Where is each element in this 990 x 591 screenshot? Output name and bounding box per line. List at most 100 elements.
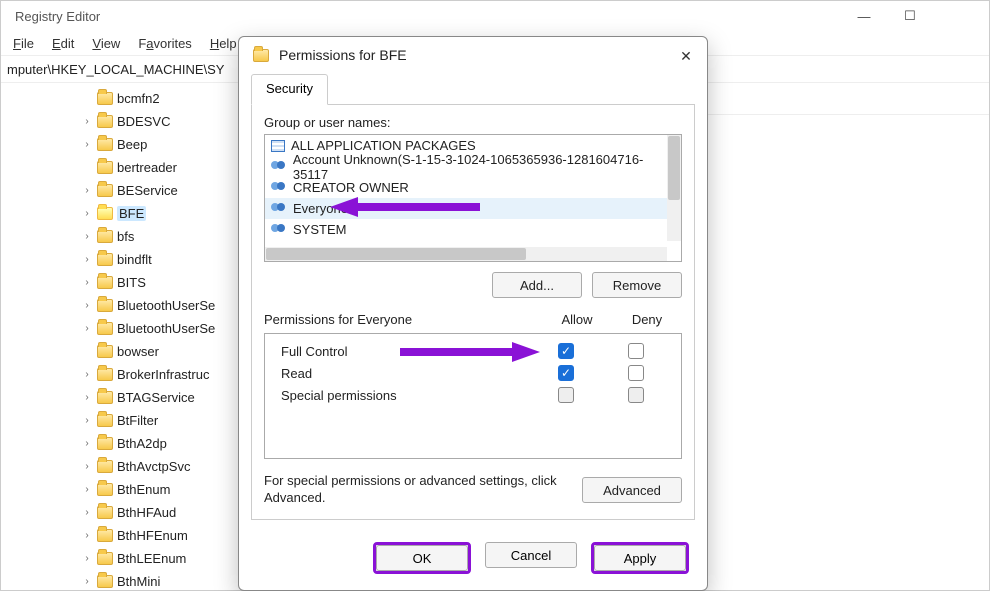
chevron-right-icon[interactable] [81, 346, 93, 358]
folder-icon [97, 161, 113, 174]
folder-icon [97, 138, 113, 151]
chevron-right-icon[interactable]: › [81, 484, 93, 496]
tree-item-btagservice[interactable]: ›BTAGService [3, 386, 240, 409]
tree-item-bowser[interactable]: bowser [3, 340, 240, 363]
tree-item-bthhfaud[interactable]: › BthHFAud [3, 501, 240, 524]
tree-item-bits[interactable]: ›BITS [3, 271, 240, 294]
apply-button[interactable]: Apply [594, 545, 686, 571]
tree-item-bthavctpsvc[interactable]: ›BthAvctpSvc [3, 455, 240, 478]
chevron-right-icon[interactable]: › [81, 438, 93, 450]
chevron-right-icon[interactable]: › [81, 300, 93, 312]
ok-button[interactable]: OK [376, 545, 468, 571]
listbox-vscroll[interactable] [667, 135, 681, 241]
perm-row-full-control: Full Control [275, 340, 671, 362]
chevron-right-icon[interactable]: › [81, 116, 93, 128]
advanced-button[interactable]: Advanced [582, 477, 682, 503]
folder-icon [97, 483, 113, 496]
chevron-right-icon[interactable]: › [81, 392, 93, 404]
chevron-right-icon[interactable]: › [81, 553, 93, 565]
tree-item-brokerinfrastruc[interactable]: ›BrokerInfrastruc [3, 363, 240, 386]
chevron-right-icon[interactable]: › [81, 530, 93, 542]
chevron-right-icon[interactable]: › [81, 576, 93, 588]
deny-checkbox[interactable] [628, 343, 644, 359]
menu-file[interactable]: File [13, 36, 34, 51]
chevron-right-icon[interactable] [81, 93, 93, 105]
deny-checkbox[interactable] [628, 365, 644, 381]
maximize-button[interactable]: ☐ [887, 1, 933, 31]
folder-icon [97, 253, 113, 266]
tree-view[interactable]: bcmfn2›BDESVC›Beepbertreader›BEService›B… [1, 83, 241, 590]
tree-item-label: BFE [117, 206, 146, 221]
group-names-label: Group or user names: [264, 115, 682, 130]
principals-listbox[interactable]: ALL APPLICATION PACKAGESAccount Unknown(… [264, 134, 682, 262]
chevron-right-icon[interactable]: › [81, 139, 93, 151]
principal-system[interactable]: SYSTEM [265, 219, 681, 240]
advanced-row: For special permissions or advanced sett… [264, 473, 682, 507]
allow-checkbox[interactable] [558, 365, 574, 381]
chevron-right-icon[interactable]: › [81, 323, 93, 335]
folder-icon [97, 391, 113, 404]
chevron-right-icon[interactable]: › [81, 231, 93, 243]
dialog-buttons: OK Cancel Apply [239, 532, 707, 590]
folder-icon [97, 92, 113, 105]
tree-item-bthenum[interactable]: ›BthEnum [3, 478, 240, 501]
cancel-button[interactable]: Cancel [485, 542, 577, 568]
principal-account-unknown-s-1-15-3[interactable]: Account Unknown(S-1-15-3-1024-1065365936… [265, 156, 681, 177]
dialog-close-button[interactable]: ✕ [677, 47, 695, 65]
tree-item-beep[interactable]: › Beep [3, 133, 240, 156]
remove-button[interactable]: Remove [592, 272, 682, 298]
perm-name: Read [275, 366, 531, 381]
tree-item-bdesvc[interactable]: ›BDESVC [3, 110, 240, 133]
chevron-right-icon[interactable]: › [81, 507, 93, 519]
tab-strip: Security [239, 73, 707, 104]
tab-security[interactable]: Security [251, 74, 328, 105]
deny-checkbox[interactable] [628, 387, 644, 403]
tree-item-label: Beep [117, 137, 147, 152]
chevron-right-icon[interactable]: › [81, 369, 93, 381]
chevron-right-icon[interactable] [81, 162, 93, 174]
add-button[interactable]: Add... [492, 272, 582, 298]
tree-item-label: bindflt [117, 252, 152, 267]
tree-item-label: bfs [117, 229, 134, 244]
principal-everyone[interactable]: Everyone [265, 198, 681, 219]
perm-row-read: Read [275, 362, 671, 384]
allow-checkbox[interactable] [558, 343, 574, 359]
tree-item-bindflt[interactable]: › bindflt [3, 248, 240, 271]
tree-item-bthhfenum[interactable]: › BthHFEnum [3, 524, 240, 547]
chevron-right-icon[interactable]: › [81, 254, 93, 266]
menu-edit[interactable]: Edit [52, 36, 74, 51]
tree-item-bfs[interactable]: › bfs [3, 225, 240, 248]
chevron-right-icon[interactable]: › [81, 415, 93, 427]
chevron-right-icon[interactable]: › [81, 461, 93, 473]
principal-label: CREATOR OWNER [293, 180, 409, 195]
tree-item-bfe[interactable]: › BFE [3, 202, 240, 225]
tree-item-bertreader[interactable]: bertreader [3, 156, 240, 179]
tree-item-bthmini[interactable]: ›BthMini [3, 570, 240, 590]
menu-favorites[interactable]: Favorites [138, 36, 191, 51]
tree-item-label: BthHFEnum [117, 528, 188, 543]
tree-item-btfilter[interactable]: ›BtFilter [3, 409, 240, 432]
allow-checkbox[interactable] [558, 387, 574, 403]
menu-help[interactable]: Help [210, 36, 237, 51]
menu-view[interactable]: View [92, 36, 120, 51]
window-title: Registry Editor [11, 9, 100, 24]
chevron-right-icon[interactable]: › [81, 277, 93, 289]
tree-item-bthleenum[interactable]: ›BthLEEnum [3, 547, 240, 570]
tree-item-bluetoothuserse[interactable]: ›BluetoothUserSe [3, 317, 240, 340]
tree-item-label: BEService [117, 183, 178, 198]
permissions-for-label: Permissions for Everyone [264, 312, 542, 327]
titlebar: Registry Editor — ☐ [1, 1, 989, 31]
close-button[interactable] [933, 1, 979, 31]
listbox-hscroll[interactable] [265, 247, 667, 261]
tree-item-label: BthHFAud [117, 505, 176, 520]
tree-item-bcmfn2[interactable]: bcmfn2 [3, 87, 240, 110]
chevron-right-icon[interactable]: › [81, 185, 93, 197]
tree-item-bluetoothuserse[interactable]: ›BluetoothUserSe [3, 294, 240, 317]
tree-item-btha2dp[interactable]: ›BthA2dp [3, 432, 240, 455]
dialog-title: Permissions for BFE [279, 47, 407, 63]
tree-item-beservice[interactable]: › BEService [3, 179, 240, 202]
minimize-button[interactable]: — [841, 1, 887, 31]
folder-icon [97, 460, 113, 473]
tree-item-label: bowser [117, 344, 159, 359]
chevron-right-icon[interactable]: › [81, 208, 93, 220]
